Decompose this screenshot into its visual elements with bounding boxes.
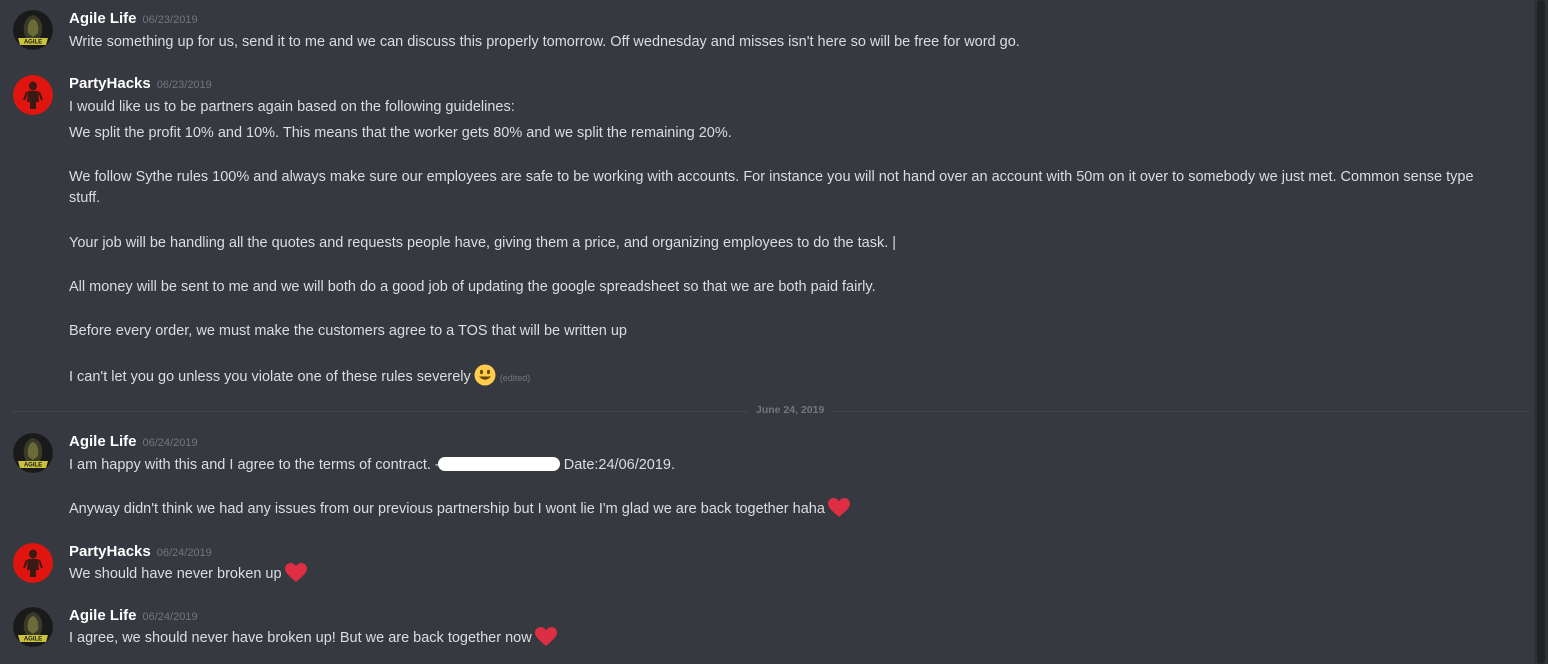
svg-text:AGILE: AGILE (24, 40, 42, 46)
message-text: Date:24/06/2019. (563, 457, 676, 473)
chat-messages: AGILE Agile Life 06/23/2019 Write somethi… (0, 0, 1548, 664)
message-text: We follow Sythe rules 100% and always ma… (69, 169, 1474, 185)
message-text-last: We should have never broken up (69, 563, 1510, 590)
username[interactable]: Agile Life (69, 10, 137, 27)
message-text: All money will be sent to me and we will… (69, 279, 876, 295)
avatar-partyhacks[interactable] (13, 75, 53, 115)
message-header: Agile Life 06/24/2019 (69, 433, 198, 453)
username[interactable]: PartyHacks (69, 543, 151, 560)
svg-text:AGILE: AGILE (24, 637, 42, 643)
message-text: Anyway didn't think we had any issues fr… (69, 501, 825, 517)
message-text: Write something up for us, send it to me… (69, 34, 1020, 50)
username[interactable]: Agile Life (69, 607, 137, 624)
message-header: Agile Life 06/24/2019 (69, 607, 198, 627)
message-text-last: Anyway didn't think we had any issues fr… (69, 498, 1510, 525)
message-header: PartyHacks 06/24/2019 (69, 543, 212, 563)
message-text: Your job will be handling all the quotes… (69, 235, 897, 251)
scrollbar[interactable] (1534, 0, 1548, 664)
heart-emoji-icon (284, 563, 307, 590)
scrollbar-thumb[interactable] (1537, 0, 1545, 664)
heart-emoji-icon (827, 498, 850, 525)
username[interactable]: Agile Life (69, 433, 137, 450)
message-text: We split the profit 10% and 10%. This me… (69, 125, 732, 141)
redaction-mark (437, 457, 560, 471)
avatar-agile-life[interactable]: AGILE (13, 10, 53, 50)
date-divider-label: June 24, 2019 (748, 404, 833, 416)
message-text: I would like us to be partners again bas… (69, 99, 515, 115)
message-text: I agree, we should never have broken up!… (69, 630, 532, 646)
timestamp: 06/23/2019 (156, 79, 212, 91)
timestamp: 06/24/2019 (156, 547, 212, 559)
smiley-emoji-icon (474, 364, 496, 393)
message-text-last: I can't let you go unless you violate on… (69, 364, 1510, 393)
message-text: stuff. (69, 190, 101, 206)
avatar-agile-life[interactable]: AGILE (13, 607, 53, 647)
timestamp: 06/24/2019 (142, 437, 198, 449)
message-header: Agile Life 06/23/2019 (69, 10, 198, 30)
message-text-last: I agree, we should never have broken up!… (69, 627, 1510, 654)
message-header: PartyHacks 06/23/2019 (69, 75, 212, 95)
username[interactable]: PartyHacks (69, 75, 151, 92)
message-text-contract: I am happy with this and I agree to the … (69, 454, 1510, 476)
avatar-partyhacks[interactable] (13, 543, 53, 583)
timestamp: 06/24/2019 (142, 611, 198, 623)
svg-text:AGILE: AGILE (24, 463, 42, 469)
message-text: Before every order, we must make the cus… (69, 323, 627, 339)
avatar-agile-life[interactable]: AGILE (13, 433, 53, 473)
heart-emoji-icon (534, 627, 557, 654)
message-text: I am happy with this and I agree to the … (69, 457, 440, 473)
message-text: We should have never broken up (69, 566, 282, 582)
timestamp: 06/23/2019 (142, 14, 198, 26)
edited-label: (edited) (499, 373, 531, 383)
message-text: I can't let you go unless you violate on… (69, 369, 471, 385)
